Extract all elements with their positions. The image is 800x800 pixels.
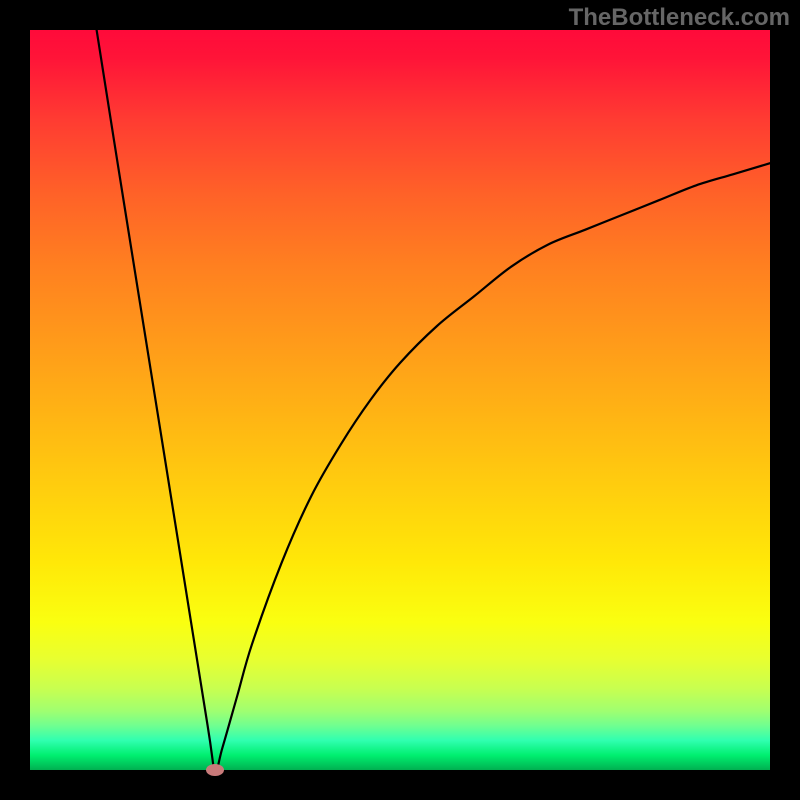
watermark-text: TheBottleneck.com [569,4,790,32]
minimum-marker [206,764,224,776]
bottleneck-curve [30,30,770,770]
plot-area [30,30,770,770]
chart-frame: TheBottleneck.com [0,0,800,800]
